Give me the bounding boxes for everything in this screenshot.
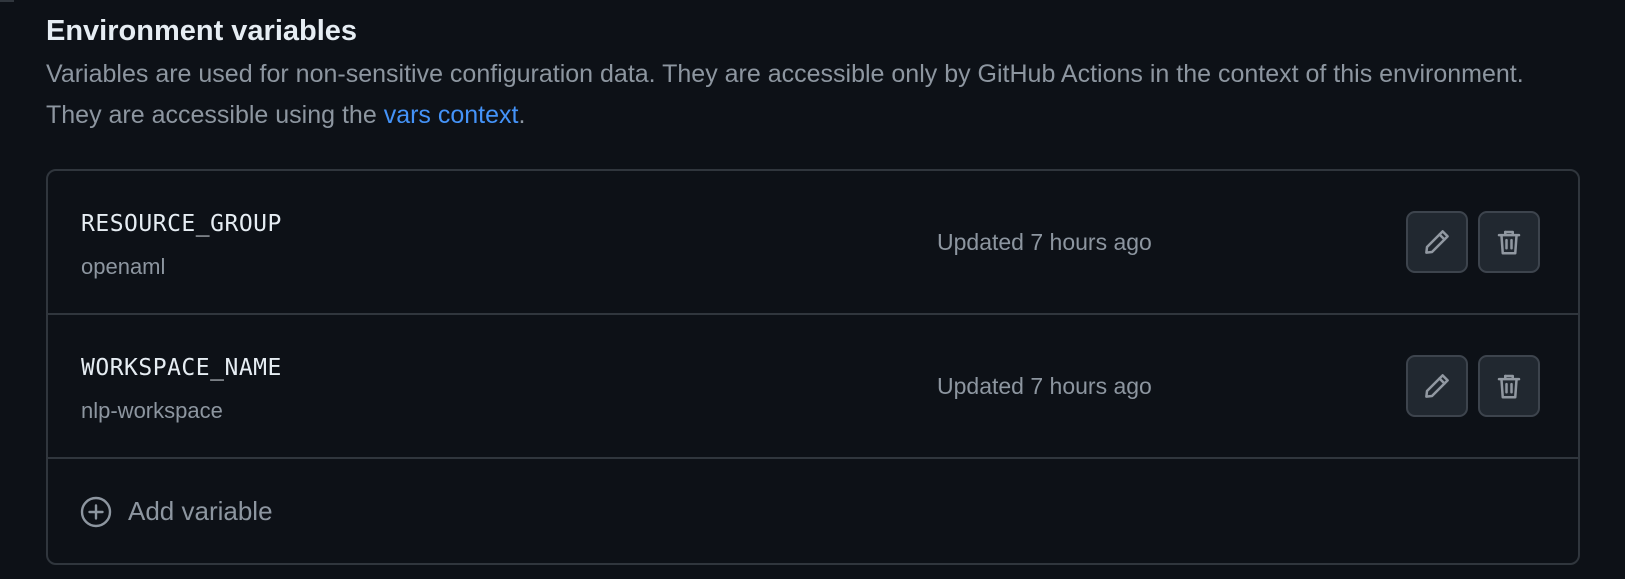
variable-updated: Updated 7 hours ago (937, 229, 1152, 255)
variable-name: WORKSPACE_NAME (81, 355, 282, 381)
environment-variables-section: Environment variables Variables are used… (46, 0, 1582, 136)
add-variable-label: Add variable (128, 496, 273, 526)
section-description: Variables are used for non-sensitive con… (46, 54, 1582, 136)
trash-icon (1497, 230, 1521, 255)
edit-variable-button[interactable] (1406, 355, 1468, 417)
variable-row: RESOURCE_GROUP openaml Updated 7 hours a… (48, 171, 1578, 315)
description-text: Variables are used for non-sensitive con… (46, 60, 1524, 129)
pencil-icon (1425, 230, 1449, 254)
delete-variable-button[interactable] (1478, 355, 1540, 417)
variable-row: WORKSPACE_NAME nlp-workspace Updated 7 h… (48, 315, 1578, 459)
variables-list: RESOURCE_GROUP openaml Updated 7 hours a… (46, 169, 1580, 565)
plus-circle-icon (80, 496, 112, 528)
pencil-icon (1425, 374, 1449, 398)
section-title: Environment variables (46, 15, 358, 47)
corner-divider (0, 0, 14, 2)
description-end: . (518, 101, 526, 129)
variable-name: RESOURCE_GROUP (81, 211, 282, 237)
edit-variable-button[interactable] (1406, 211, 1468, 273)
vars-context-link[interactable]: vars context (384, 101, 519, 129)
trash-icon (1497, 374, 1521, 399)
add-variable-button[interactable]: Add variable (48, 459, 1578, 563)
variable-value: openaml (81, 254, 166, 279)
variable-value: nlp-workspace (81, 398, 223, 423)
delete-variable-button[interactable] (1478, 211, 1540, 273)
variable-updated: Updated 7 hours ago (937, 373, 1152, 399)
